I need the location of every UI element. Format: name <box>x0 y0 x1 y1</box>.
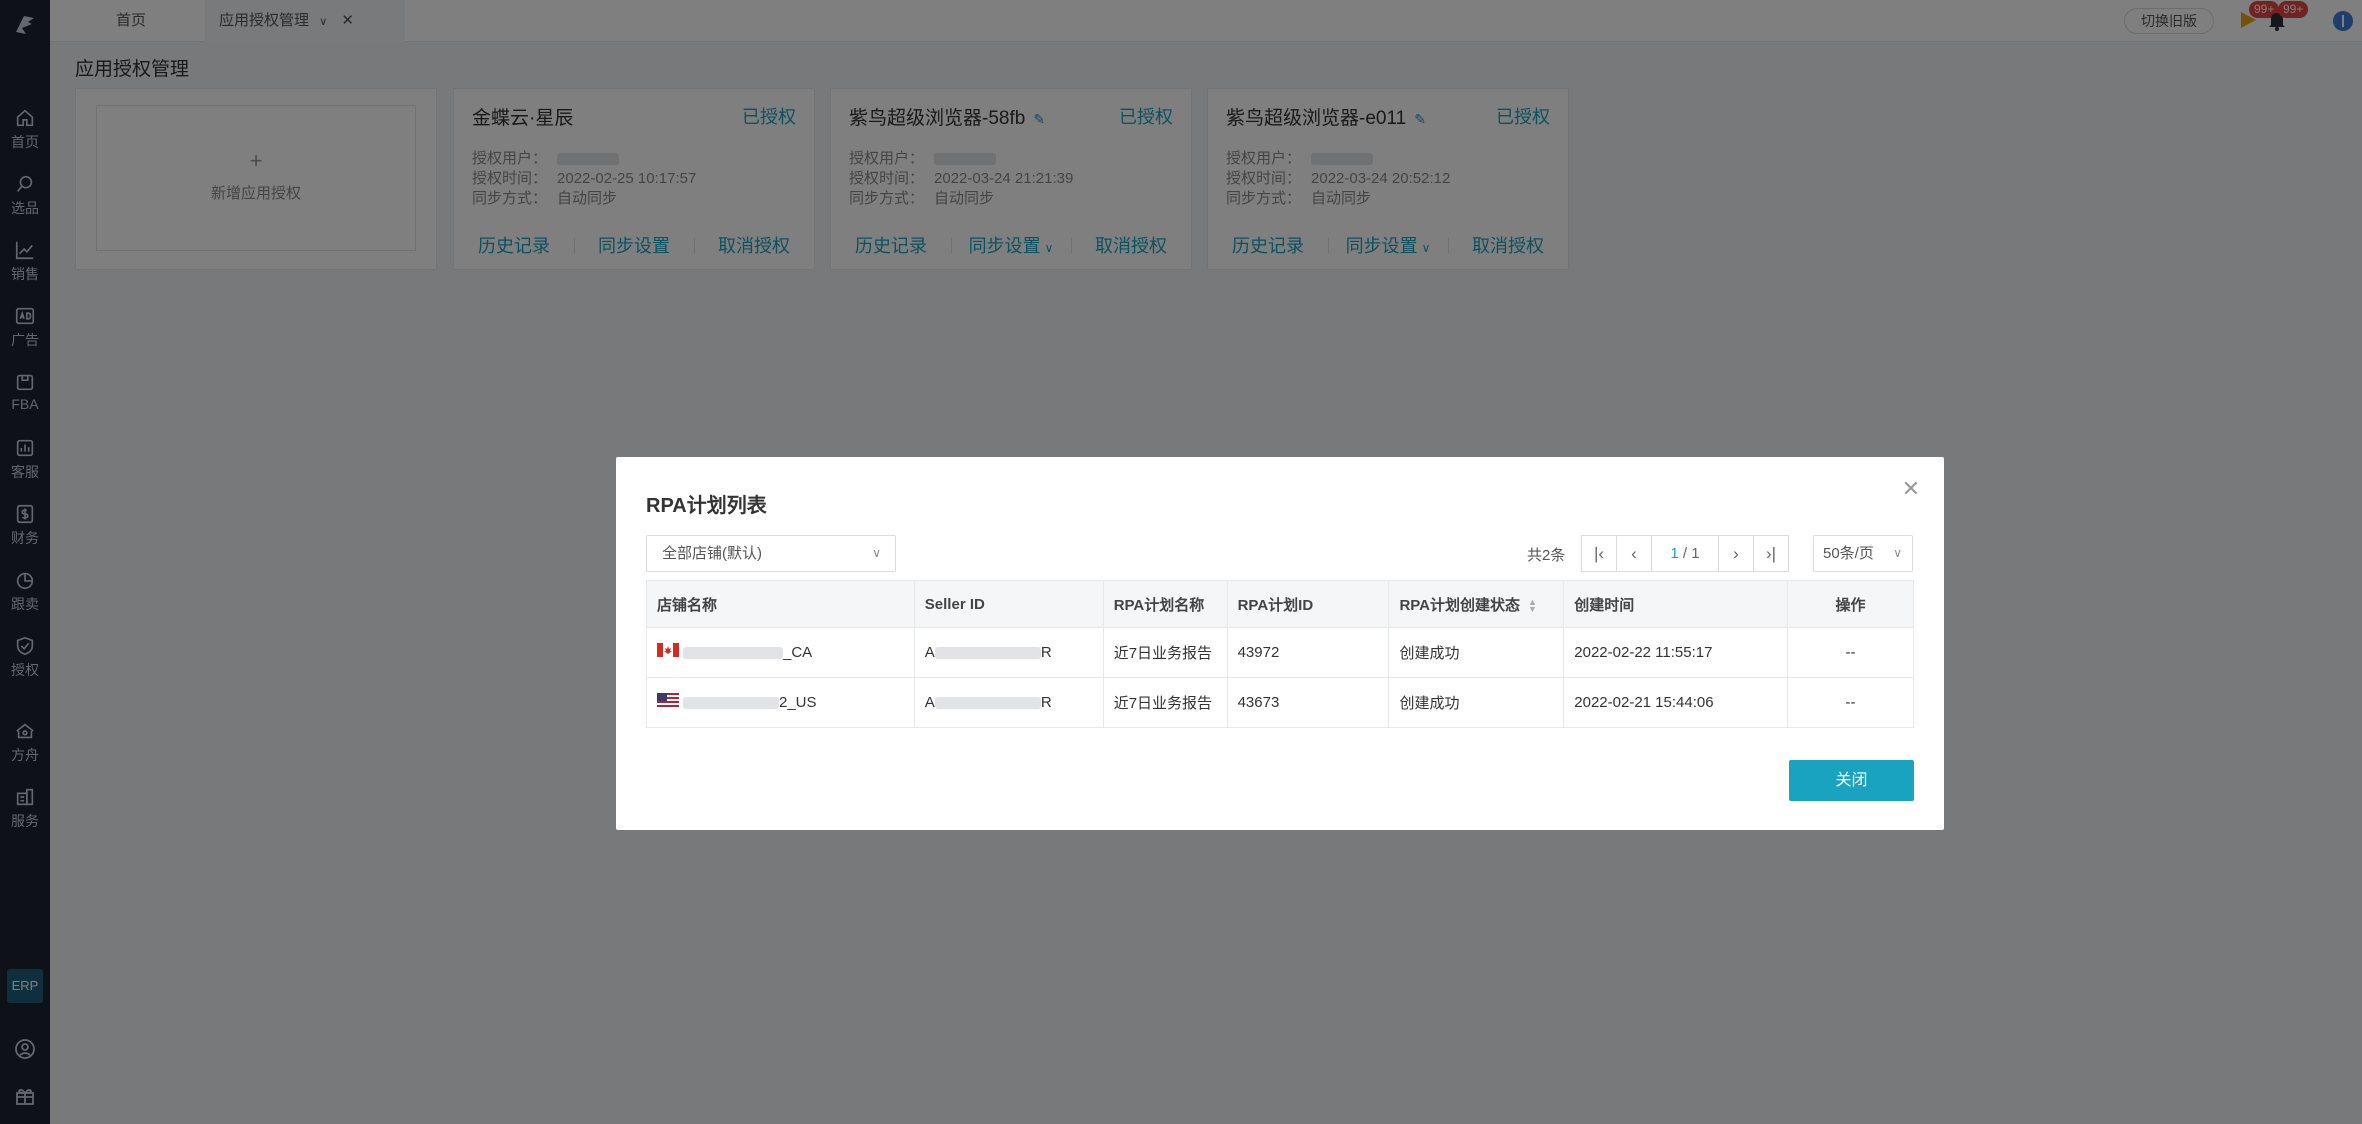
page-indicator[interactable]: 1 / 1 <box>1651 535 1719 572</box>
status-cell: 创建成功 <box>1388 677 1565 728</box>
store-name-cell: 2_US <box>646 677 915 728</box>
store-filter-value: 全部店铺(默认) <box>662 545 762 562</box>
seller-suffix: R <box>1040 694 1052 711</box>
sort-icon[interactable]: ▲ ▼ <box>1528 597 1537 613</box>
last-page-button[interactable]: ›| <box>1753 535 1789 572</box>
total-count: 共2条 <box>1527 547 1566 564</box>
modal-title: RPA计划列表 <box>646 495 767 517</box>
column-header: 创建时间 <box>1563 580 1789 628</box>
plan-id-cell: 43673 <box>1226 677 1390 728</box>
column-header: RPA计划ID <box>1226 580 1390 628</box>
table-row: 2_US AR 近7日业务报告 43673 创建成功 2022-02-21 15… <box>646 677 1914 728</box>
redacted-store <box>683 697 779 710</box>
ca-flag-icon <box>657 643 679 658</box>
close-button[interactable]: 关闭 <box>1789 760 1914 801</box>
store-filter-select[interactable]: 全部店铺(默认) ∨ <box>646 535 896 572</box>
column-header: RPA计划名称 <box>1102 580 1228 628</box>
column-header: 操作 <box>1787 580 1914 628</box>
rpa-plan-table: 店铺名称 Seller ID RPA计划名称 RPA计划ID RPA计划创建状态… <box>646 580 1914 728</box>
seller-suffix: R <box>1040 644 1052 661</box>
store-name-cell: _CA <box>646 627 915 678</box>
seller-id-cell: AR <box>913 677 1104 728</box>
close-icon[interactable]: ✕ <box>1900 478 1922 501</box>
column-header-label: RPA计划创建状态 <box>1399 596 1521 614</box>
plan-name-cell: 近7日业务报告 <box>1102 627 1228 678</box>
total-pages: / 1 <box>1682 545 1700 562</box>
created-time-cell: 2022-02-22 11:55:17 <box>1563 627 1789 678</box>
next-page-button[interactable]: › <box>1718 535 1754 572</box>
prev-page-button[interactable]: ‹ <box>1616 535 1652 572</box>
created-time-cell: 2022-02-21 15:44:06 <box>1563 677 1789 728</box>
page-size-value: 50条/页 <box>1823 545 1874 562</box>
first-page-button[interactable]: |‹ <box>1581 535 1617 572</box>
seller-prefix: A <box>924 644 935 661</box>
chevron-down-icon: ∨ <box>1893 546 1902 560</box>
seller-prefix: A <box>924 694 935 711</box>
us-flag-icon <box>657 693 679 708</box>
plan-id-cell: 43972 <box>1226 627 1390 678</box>
action-cell: -- <box>1787 627 1914 678</box>
store-suffix: _CA <box>783 644 813 661</box>
redacted-seller-id <box>934 647 1041 660</box>
column-header-sortable[interactable]: RPA计划创建状态 ▲ ▼ <box>1388 580 1565 628</box>
seller-id-cell: AR <box>913 627 1104 678</box>
column-header: Seller ID <box>913 580 1104 628</box>
pagination: |‹ ‹ 1 / 1 › ›| <box>1581 535 1789 572</box>
rpa-plan-modal: RPA计划列表 ✕ 全部店铺(默认) ∨ 共2条 |‹ ‹ 1 / 1 › ›|… <box>616 457 1944 830</box>
redacted-store <box>683 647 783 660</box>
plan-name-cell: 近7日业务报告 <box>1102 677 1228 728</box>
store-suffix: 2_US <box>779 694 817 711</box>
column-header: 店铺名称 <box>646 580 915 628</box>
status-cell: 创建成功 <box>1388 627 1565 678</box>
chevron-down-icon: ∨ <box>872 546 881 560</box>
table-header-row: 店铺名称 Seller ID RPA计划名称 RPA计划ID RPA计划创建状态… <box>646 580 1914 628</box>
table-row: _CA AR 近7日业务报告 43972 创建成功 2022-02-22 11:… <box>646 627 1914 678</box>
current-page: 1 <box>1670 545 1679 562</box>
page-size-select[interactable]: 50条/页 ∨ <box>1813 535 1913 572</box>
redacted-seller-id <box>934 697 1041 710</box>
action-cell: -- <box>1787 677 1914 728</box>
